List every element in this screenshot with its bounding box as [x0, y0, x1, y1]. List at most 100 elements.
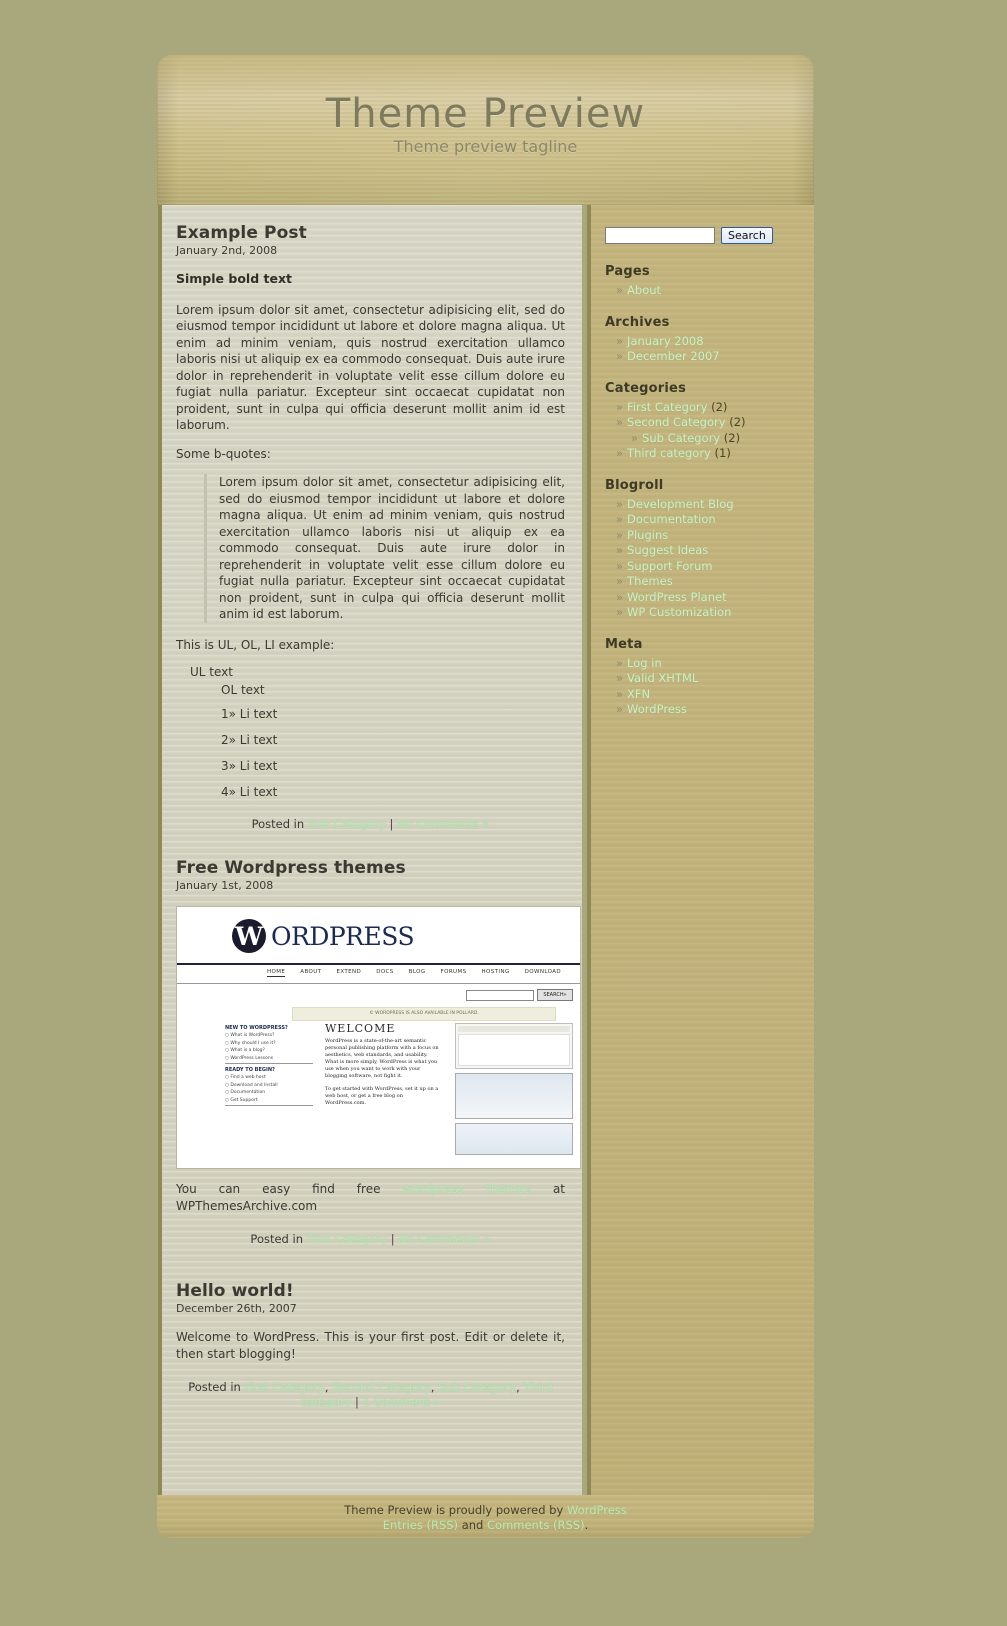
- comments-rss-link[interactable]: Comments (RSS): [487, 1518, 585, 1532]
- sidebar-list-item: » January 2008: [616, 334, 804, 350]
- screenshot-left-heading: NEW TO WORDPRESS?: [225, 1025, 288, 1031]
- sidebar-block-blogroll: Blogroll» Development Blog» Documentation»…: [601, 478, 804, 621]
- sidebar-sublist: » Sub Category (2): [616, 431, 804, 447]
- sidebar-link[interactable]: WordPress Planet: [627, 590, 727, 604]
- post-free-wordpress-themes: Free Wordpress themes January 1st, 2008 …: [170, 858, 581, 1247]
- sidebar-link[interactable]: XFN: [627, 687, 650, 701]
- sidebar-link[interactable]: First Category: [627, 400, 707, 414]
- list-item-number: 4: [221, 785, 229, 799]
- chevron-double-right-icon: »: [616, 574, 624, 588]
- list-item-number: 1: [221, 707, 229, 721]
- category-link[interactable]: First Category: [307, 1232, 387, 1246]
- chevron-double-right-icon: »: [616, 543, 624, 557]
- ordered-list-item: 1» Li text: [221, 707, 565, 721]
- sidebar: Search Pages» About Archives» January 2008»…: [587, 205, 814, 1495]
- search-input[interactable]: [605, 227, 715, 244]
- post-date: January 2nd, 2008: [176, 244, 278, 257]
- sidebar-link[interactable]: Suggest Ideas: [627, 543, 708, 557]
- sidebar-list-item: » Suggest Ideas: [616, 543, 804, 559]
- sidebar-link[interactable]: Support Forum: [627, 559, 713, 573]
- sidebar-link[interactable]: About: [627, 283, 661, 297]
- sidebar-list-item: » WordPress Planet: [616, 590, 804, 606]
- search-form: Search: [601, 227, 804, 244]
- screenshot-thumb-a: [455, 1073, 573, 1119]
- sidebar-list: » Development Blog» Documentation» Plugins»…: [605, 497, 804, 621]
- list-item: UL text: [190, 665, 233, 679]
- sidebar-blocks: Pages» About Archives» January 2008» Decembe…: [601, 264, 804, 718]
- post-date: January 1st, 2008: [176, 879, 274, 892]
- sidebar-link[interactable]: Plugins: [627, 528, 668, 542]
- footer-powered-text: Theme Preview is proudly powered by: [344, 1503, 567, 1517]
- post-title[interactable]: Hello world!: [170, 1281, 565, 1301]
- screenshot-nav-item: HOSTING: [481, 969, 510, 975]
- chevron-double-right-icon: »: [616, 589, 624, 604]
- sidebar-list-item: » WordPress: [616, 702, 804, 718]
- wordpress-themes-link[interactable]: wordpress themes: [402, 1182, 531, 1196]
- blockquote-intro: Some b-quotes:: [176, 446, 271, 461]
- wordpress-logo: W ORDPRESS: [232, 919, 415, 953]
- sidebar-link[interactable]: Development Blog: [627, 497, 734, 511]
- sidebar-link[interactable]: WordPress: [627, 702, 687, 716]
- chevron-double-right-icon: »: [616, 399, 624, 414]
- site-title[interactable]: Theme Preview: [157, 91, 814, 137]
- sidebar-link[interactable]: WP Customization: [627, 605, 731, 619]
- post-blockquote: Lorem ipsum dolor sit amet, consectetur …: [204, 474, 565, 623]
- post-title[interactable]: Example Post: [170, 223, 565, 243]
- sidebar-item-count: (2): [720, 430, 741, 445]
- sidebar-link[interactable]: Themes: [627, 574, 673, 588]
- category-link[interactable]: Second Category: [332, 1380, 431, 1394]
- category-link[interactable]: First Category: [244, 1380, 324, 1394]
- screenshot-rule: [177, 963, 580, 965]
- comments-link[interactable]: No Comments »: [398, 1232, 490, 1246]
- sidebar-list-item: » Second Category (2): [616, 415, 804, 431]
- chevron-double-right-icon: »: [616, 333, 624, 348]
- site-tagline: Theme preview tagline: [393, 137, 578, 156]
- category-link[interactable]: Sub Category: [308, 817, 386, 831]
- sidebar-link[interactable]: January 2008: [627, 334, 704, 348]
- post-date: December 26th, 2007: [176, 1302, 297, 1315]
- sidebar-item-count: (1): [710, 446, 731, 460]
- footer-line-2: Entries (RSS) and Comments (RSS).: [157, 1518, 814, 1533]
- ordered-list-item: 2» Li text: [221, 733, 565, 747]
- wordpress-homepage-screenshot[interactable]: W ORDPRESS HOME ABOUT EXTEND DOCS BLOG FORUMS…: [176, 906, 581, 1169]
- wordpress-logo-text: ORDPRESS: [271, 921, 415, 951]
- sidebar-link[interactable]: December 2007: [627, 349, 720, 363]
- sidebar-link[interactable]: Sub Category: [642, 431, 720, 445]
- ordered-list-item: 3» Li text: [221, 759, 565, 773]
- sidebar-link[interactable]: Documentation: [627, 512, 716, 526]
- list-item-marker-icon: »: [228, 785, 240, 799]
- chevron-double-right-icon: »: [616, 496, 624, 511]
- chevron-double-right-icon: »: [616, 702, 624, 716]
- list-item-label: Li text: [239, 707, 278, 721]
- screenshot-divider: [225, 1063, 313, 1064]
- chevron-double-right-icon: »: [631, 430, 639, 445]
- comments-link[interactable]: No Comments »: [397, 817, 489, 831]
- chevron-double-right-icon: »: [616, 512, 624, 526]
- sidebar-block-archives: Archives » January 2008» December 2007: [601, 315, 804, 365]
- category-comma: ,: [430, 1380, 439, 1394]
- wordpress-link[interactable]: WordPress: [567, 1503, 627, 1517]
- post-bold-line: Simple bold text: [176, 271, 292, 286]
- sidebar-list: » First Category (2)» Second Category (2)»…: [605, 400, 804, 462]
- sidebar-link[interactable]: Log in: [627, 656, 662, 670]
- sidebar-link[interactable]: Valid XHTML: [627, 671, 698, 685]
- sidebar-list-item: » Sub Category (2): [631, 431, 804, 447]
- sidebar-list-item: » December 2007: [616, 349, 804, 365]
- sidebar-block-pages: Pages » About: [601, 264, 804, 299]
- demo-unordered-list: UL text: [176, 665, 565, 679]
- post-meta: Posted in First Category | No Comments »: [176, 1232, 565, 1247]
- sidebar-list: » About: [605, 283, 804, 299]
- sidebar-link[interactable]: Third category: [627, 446, 711, 460]
- sidebar-link[interactable]: Second Category: [627, 415, 726, 429]
- search-button[interactable]: Search: [721, 227, 773, 244]
- screenshot-panel-titlebar: [458, 1026, 570, 1032]
- comments-link[interactable]: 1 Comment »: [363, 1395, 441, 1409]
- posted-in-label: Posted in: [188, 1380, 241, 1394]
- category-link[interactable]: Sub Category: [438, 1380, 516, 1394]
- chevron-double-right-icon: »: [616, 349, 624, 363]
- post-example-post: Example Post January 2nd, 2008 Simple bo…: [170, 223, 565, 832]
- list-intro: This is UL, OL, LI example:: [176, 637, 335, 652]
- screenshot-nav-item: DOCS: [376, 969, 394, 975]
- entries-rss-link[interactable]: Entries (RSS): [383, 1518, 458, 1532]
- post-title[interactable]: Free Wordpress themes: [170, 858, 565, 878]
